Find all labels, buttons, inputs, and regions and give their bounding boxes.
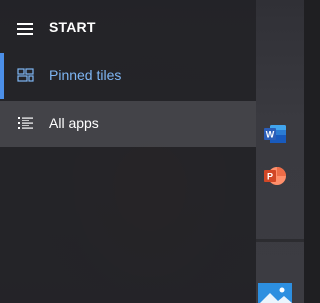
nav-item-all-apps[interactable]: All apps bbox=[0, 101, 256, 147]
start-title: START bbox=[49, 19, 96, 35]
hamburger-menu-icon[interactable] bbox=[17, 23, 33, 35]
selected-indicator bbox=[0, 53, 4, 99]
nav-item-label: Pinned tiles bbox=[49, 67, 122, 83]
desktop-screen: W P START Pinned tiles All apps bbox=[0, 0, 304, 303]
photos-glyph bbox=[260, 287, 292, 303]
start-header: START bbox=[0, 0, 256, 56]
pinned-tiles-icon bbox=[17, 68, 34, 82]
word-icon[interactable]: W bbox=[263, 124, 287, 144]
powerpoint-icon[interactable]: P bbox=[263, 164, 287, 188]
start-navigation-pane: START Pinned tiles All apps bbox=[0, 0, 256, 303]
word-tile-letter: W bbox=[266, 130, 275, 140]
all-apps-list-icon bbox=[18, 117, 33, 129]
nav-item-pinned-tiles[interactable]: Pinned tiles bbox=[0, 53, 256, 99]
tiles-column bbox=[256, 0, 304, 303]
nav-item-label: All apps bbox=[49, 115, 99, 131]
tile-divider bbox=[256, 239, 304, 242]
photos-icon[interactable] bbox=[258, 283, 292, 303]
powerpoint-tile-letter: P bbox=[267, 172, 273, 182]
